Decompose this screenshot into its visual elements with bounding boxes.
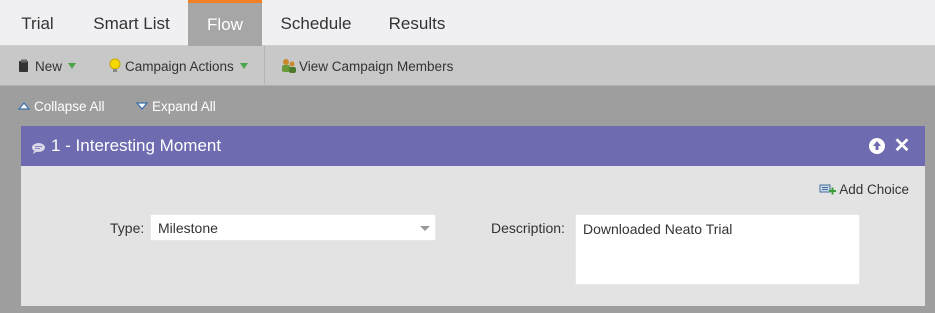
type-select[interactable]: Milestone <box>150 214 436 241</box>
tab-bar: Trial Smart List Flow Schedule Results <box>0 0 935 46</box>
new-icon <box>19 59 28 72</box>
flow-step-title: 1 - Interesting Moment <box>51 136 222 155</box>
add-choice-button[interactable]: Add Choice <box>819 182 909 197</box>
close-icon[interactable]: ✕ <box>893 136 911 156</box>
lightbulb-icon <box>109 58 121 72</box>
flow-step-panel: 1 - Interesting Moment ✕ Add Choice Type… <box>21 126 925 306</box>
flow-step-header: 1 - Interesting Moment ✕ <box>21 126 925 166</box>
expand-all-label: Expand All <box>152 98 216 114</box>
type-label: Type: <box>110 220 145 236</box>
chat-bubble-icon <box>32 142 45 154</box>
tab-trial[interactable]: Trial <box>0 0 75 46</box>
new-button[interactable]: New <box>17 46 77 86</box>
description-label: Description: <box>491 220 565 236</box>
chevron-down-icon <box>68 63 77 69</box>
arrow-up-icon <box>873 141 881 150</box>
new-label: New <box>35 58 63 74</box>
description-field[interactable]: Downloaded Neato Trial <box>575 214 860 285</box>
people-icon <box>282 59 296 73</box>
tab-flow[interactable]: Flow <box>188 0 262 46</box>
collapse-icon <box>18 102 30 110</box>
expand-all-button[interactable]: Expand All <box>136 86 216 126</box>
expand-icon <box>136 102 148 110</box>
move-up-button[interactable] <box>869 138 885 154</box>
collapse-all-button[interactable]: Collapse All <box>18 86 105 126</box>
collapse-expand-bar: Collapse All Expand All <box>0 86 935 126</box>
tab-schedule[interactable]: Schedule <box>262 0 370 46</box>
collapse-all-label: Collapse All <box>34 98 105 114</box>
type-select-value: Milestone <box>158 220 218 236</box>
campaign-actions-label: Campaign Actions <box>125 58 234 74</box>
toolbar-divider <box>264 46 265 86</box>
toolbar: New Campaign Actions View Campaign Membe… <box>0 46 935 86</box>
add-choice-icon <box>819 184 837 195</box>
chevron-down-icon <box>239 63 248 69</box>
chevron-down-icon <box>420 226 430 231</box>
tab-results[interactable]: Results <box>370 0 464 46</box>
campaign-actions-button[interactable]: Campaign Actions <box>108 46 248 86</box>
add-choice-label: Add Choice <box>839 182 909 197</box>
view-campaign-members-button[interactable]: View Campaign Members <box>280 46 453 86</box>
view-campaign-members-label: View Campaign Members <box>299 58 454 74</box>
tab-smart-list[interactable]: Smart List <box>75 0 188 46</box>
